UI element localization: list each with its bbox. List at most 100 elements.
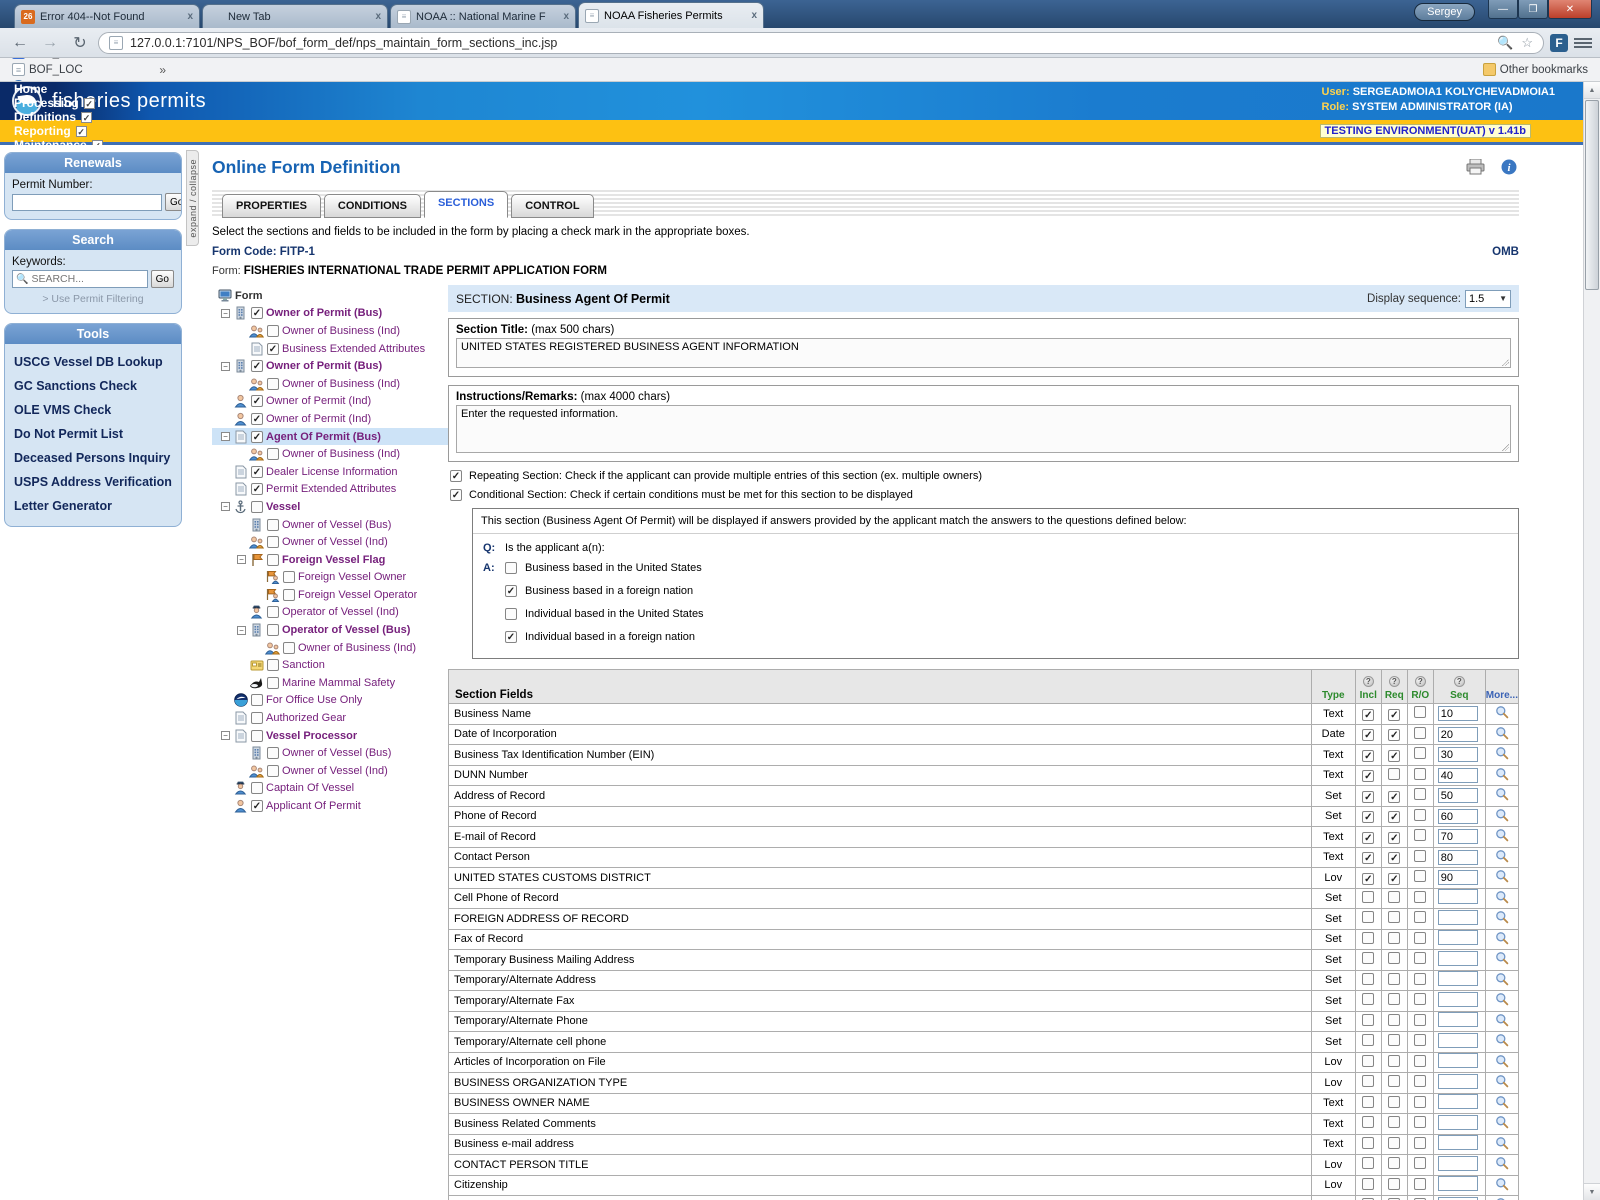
tool-link[interactable]: GC Sanctions Check — [12, 374, 174, 398]
tree-item[interactable]: −Foreign Vessel Flag — [212, 551, 448, 569]
tree-item-checkbox[interactable] — [267, 378, 279, 390]
field-detail-magnifier-icon[interactable] — [1495, 705, 1509, 722]
menu-icon[interactable] — [1574, 38, 1592, 48]
field-detail-magnifier-icon[interactable] — [1495, 726, 1509, 743]
tree-item-checkbox[interactable] — [267, 343, 279, 355]
ro-checkbox[interactable] — [1414, 973, 1426, 985]
req-checkbox[interactable] — [1388, 750, 1400, 762]
field-detail-magnifier-icon[interactable] — [1495, 1054, 1509, 1071]
tree-item-checkbox[interactable] — [251, 413, 263, 425]
ro-checkbox[interactable] — [1414, 952, 1426, 964]
field-detail-magnifier-icon[interactable] — [1495, 1177, 1509, 1194]
tree-item[interactable]: Owner of Permit (Ind) — [212, 393, 448, 411]
seq-input[interactable]: 50 — [1438, 788, 1478, 803]
search-go-button[interactable]: Go — [151, 270, 174, 288]
ro-checkbox[interactable] — [1414, 932, 1426, 944]
tree-item-checkbox[interactable] — [267, 624, 279, 636]
incl-checkbox[interactable] — [1362, 1096, 1374, 1108]
page-scrollbar[interactable]: ▲ ▼ — [1583, 82, 1600, 1200]
tab-close-icon[interactable]: x — [187, 11, 193, 22]
req-checkbox[interactable] — [1388, 852, 1400, 864]
tree-item-checkbox[interactable] — [251, 395, 263, 407]
field-detail-magnifier-icon[interactable] — [1495, 910, 1509, 927]
reload-button[interactable]: ↻ — [68, 33, 92, 53]
display-sequence-select[interactable]: 1.5▼ — [1465, 290, 1511, 308]
field-detail-magnifier-icon[interactable] — [1495, 931, 1509, 948]
tool-link[interactable]: OLE VMS Check — [12, 398, 174, 422]
seq-input[interactable]: 40 — [1438, 768, 1478, 783]
incl-checkbox[interactable] — [1362, 1034, 1374, 1046]
omb-link[interactable]: OMB — [1492, 246, 1519, 258]
ro-checkbox[interactable] — [1414, 1055, 1426, 1067]
incl-checkbox[interactable] — [1362, 1075, 1374, 1087]
seq-input[interactable]: 90 — [1438, 870, 1478, 885]
tree-item-checkbox[interactable] — [267, 677, 279, 689]
tab-control[interactable]: CONTROL — [511, 194, 593, 218]
field-detail-magnifier-icon[interactable] — [1495, 890, 1509, 907]
tree-item-checkbox[interactable] — [251, 466, 263, 478]
field-detail-magnifier-icon[interactable] — [1495, 1095, 1509, 1112]
tree-item-checkbox[interactable] — [251, 730, 263, 742]
browser-tab[interactable]: 26Error 404--Not Foundx — [14, 4, 200, 28]
permit-filtering-link[interactable]: > Use Permit Filtering — [12, 293, 174, 305]
req-checkbox[interactable] — [1388, 768, 1400, 780]
incl-checkbox[interactable] — [1362, 791, 1374, 803]
tree-expander-icon[interactable]: − — [237, 626, 246, 635]
tree-item[interactable]: Captain Of Vessel — [212, 780, 448, 798]
seq-input[interactable] — [1438, 971, 1478, 986]
field-detail-magnifier-icon[interactable] — [1495, 849, 1509, 866]
tree-item[interactable]: Sanction — [212, 656, 448, 674]
field-detail-magnifier-icon[interactable] — [1495, 808, 1509, 825]
dropdown-indicator-icon[interactable]: ✓ — [76, 126, 87, 137]
tree-expander-icon[interactable]: − — [221, 362, 230, 371]
incl-checkbox[interactable] — [1362, 1137, 1374, 1149]
tool-link[interactable]: Deceased Persons Inquiry — [12, 446, 174, 470]
tree-item[interactable]: For Office Use Only — [212, 692, 448, 710]
bookmark-star-icon[interactable]: ☆ — [1521, 35, 1533, 51]
incl-checkbox[interactable] — [1362, 1178, 1374, 1190]
incl-checkbox[interactable] — [1362, 973, 1374, 985]
tree-expander-icon[interactable]: − — [221, 731, 230, 740]
url-text[interactable]: 127.0.0.1:7101/NPS_BOF/bof_form_def/nps_… — [130, 36, 557, 50]
tab-close-icon[interactable]: x — [751, 10, 757, 21]
incl-checkbox[interactable] — [1362, 852, 1374, 864]
tab-close-icon[interactable]: x — [563, 11, 569, 22]
tree-item[interactable]: Authorized Gear — [212, 709, 448, 727]
incl-checkbox[interactable] — [1362, 873, 1374, 885]
field-detail-magnifier-icon[interactable] — [1495, 828, 1509, 845]
tree-item[interactable]: −Agent Of Permit (Bus) — [212, 428, 448, 446]
help-icon[interactable]: ? — [1363, 676, 1374, 687]
tab-properties[interactable]: PROPERTIES — [222, 194, 321, 218]
ro-checkbox[interactable] — [1414, 891, 1426, 903]
req-checkbox[interactable] — [1388, 1137, 1400, 1149]
repeating-section-checkbox[interactable] — [450, 470, 462, 482]
conditional-section-checkbox[interactable] — [450, 489, 462, 501]
req-checkbox[interactable] — [1388, 1178, 1400, 1190]
tree-item[interactable]: Permit Extended Attributes — [212, 481, 448, 499]
incl-checkbox[interactable] — [1362, 770, 1374, 782]
maximize-button[interactable]: ❐ — [1518, 0, 1548, 19]
incl-checkbox[interactable] — [1362, 952, 1374, 964]
field-detail-magnifier-icon[interactable] — [1495, 1156, 1509, 1173]
tree-item[interactable]: Marine Mammal Safety — [212, 674, 448, 692]
tree-expander-icon[interactable]: − — [221, 502, 230, 511]
answer-checkbox[interactable] — [505, 608, 517, 620]
tab-sections[interactable]: SECTIONS — [424, 191, 508, 218]
field-detail-magnifier-icon[interactable] — [1495, 992, 1509, 1009]
tree-item[interactable]: Business Extended Attributes — [212, 340, 448, 358]
tree-item[interactable]: Owner of Business (Ind) — [212, 445, 448, 463]
tree-item-checkbox[interactable] — [251, 694, 263, 706]
tree-item-checkbox[interactable] — [251, 782, 263, 794]
tree-item[interactable]: Dealer License Information — [212, 463, 448, 481]
address-bar[interactable]: ≡ 127.0.0.1:7101/NPS_BOF/bof_form_def/np… — [98, 32, 1544, 54]
seq-input[interactable] — [1438, 1033, 1478, 1048]
search-icon[interactable]: 🔍 — [1497, 35, 1513, 51]
tree-expander-icon[interactable]: − — [221, 309, 230, 318]
nav-item-reporting[interactable]: Reporting✓ — [14, 124, 103, 138]
incl-checkbox[interactable] — [1362, 1014, 1374, 1026]
field-detail-magnifier-icon[interactable] — [1495, 951, 1509, 968]
tree-item[interactable]: Owner of Business (Ind) — [212, 322, 448, 340]
help-icon[interactable]: ? — [1389, 676, 1400, 687]
field-detail-magnifier-icon[interactable] — [1495, 1074, 1509, 1091]
tree-item[interactable]: Applicant Of Permit — [212, 797, 448, 815]
